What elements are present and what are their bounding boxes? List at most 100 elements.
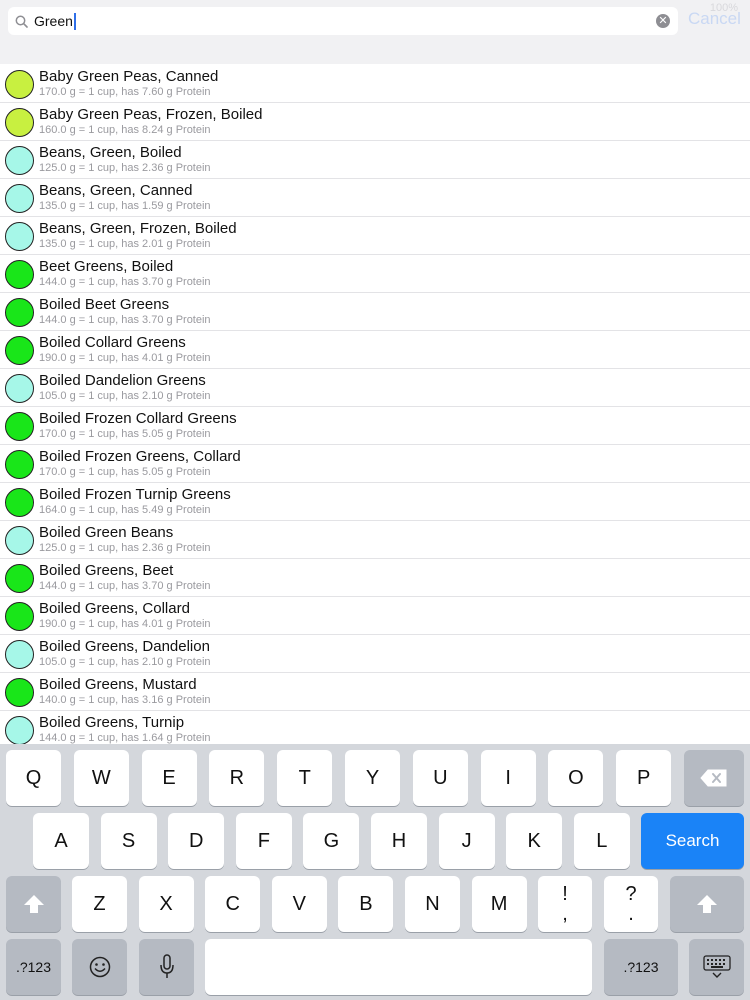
text-caret [73,12,76,30]
item-title: Boiled Frozen Collard Greens [39,410,237,427]
key-z[interactable]: Z [72,876,127,932]
color-indicator-icon [5,260,34,289]
item-title: Boiled Greens, Turnip [39,714,185,731]
color-indicator-icon [5,602,34,631]
item-title: Boiled Collard Greens [39,334,186,351]
key-question-period[interactable]: ?. [604,876,658,932]
list-item[interactable]: Boiled Dandelion Greens 105.0 g = 1 cup, … [0,369,750,407]
list-item[interactable]: Baby Green Peas, Canned 170.0 g = 1 cup, … [0,65,750,103]
list-item[interactable]: Boiled Greens, Dandelion 105.0 g = 1 cup,… [0,635,750,673]
clear-icon[interactable]: ✕ [656,14,670,28]
item-subtitle: 105.0 g = 1 cup, has 2.10 g Protein [39,656,211,668]
list-item[interactable]: Boiled Greens, Mustard 140.0 g = 1 cup, h… [0,673,750,711]
key-q[interactable]: Q [6,750,61,806]
color-indicator-icon [5,222,34,251]
key-r[interactable]: R [209,750,265,806]
item-subtitle: 190.0 g = 1 cup, has 4.01 g Protein [39,352,211,364]
key-t[interactable]: T [277,750,333,806]
key-u[interactable]: U [412,750,468,806]
microphone-icon [159,954,174,978]
color-indicator-icon [5,412,34,441]
color-indicator-icon [5,564,34,593]
key-o[interactable]: O [548,750,604,806]
item-title: Boiled Frozen Turnip Greens [39,486,231,503]
key-e[interactable]: E [141,750,197,806]
item-subtitle: 105.0 g = 1 cup, has 2.10 g Protein [39,390,211,402]
color-indicator-icon [5,640,34,669]
key-c[interactable]: C [205,876,261,932]
list-item[interactable]: Beans, Green, Boiled 125.0 g = 1 cup, has… [0,141,750,179]
key-label-exclamation: ! [562,883,568,905]
key-s[interactable]: S [100,813,157,869]
key-w[interactable]: W [73,750,129,806]
item-title: Boiled Dandelion Greens [39,372,206,389]
key-j[interactable]: J [438,813,495,869]
key-x[interactable]: X [138,876,194,932]
key-y[interactable]: Y [345,750,400,806]
color-indicator-icon [5,450,34,479]
key-m[interactable]: M [471,876,527,932]
color-indicator-icon [5,526,34,555]
item-title: Boiled Greens, Beet [39,562,174,579]
list-item[interactable]: Baby Green Peas, Frozen, Boiled 160.0 g =… [0,103,750,141]
list-item[interactable]: Boiled Greens, Turnip 144.0 g = 1 cup, ha… [0,711,750,744]
search-header: 100% Green ✕ Cancel [0,0,750,64]
results-list[interactable]: Baby Green Peas, Canned 170.0 g = 1 cup, … [0,64,750,744]
backspace-key[interactable] [684,750,744,806]
search-input-value: Green [34,13,73,29]
key-l[interactable]: L [573,813,630,869]
item-subtitle: 140.0 g = 1 cup, has 3.16 g Protein [39,694,211,706]
item-subtitle: 144.0 g = 1 cup, has 1.64 g Protein [39,732,211,744]
list-item[interactable]: Boiled Greens, Beet 144.0 g = 1 cup, has … [0,559,750,597]
search-icon [8,7,34,35]
item-subtitle: 125.0 g = 1 cup, has 2.36 g Protein [39,542,211,554]
key-i[interactable]: I [480,750,536,806]
cancel-button[interactable]: Cancel [688,9,741,29]
list-item[interactable]: Boiled Frozen Collard Greens 170.0 g = 1 … [0,407,750,445]
dismiss-keyboard-key[interactable] [689,939,744,995]
numbers-key-left[interactable]: .?123 [6,939,61,995]
item-subtitle: 190.0 g = 1 cup, has 4.01 g Protein [39,618,211,630]
item-title: Beans, Green, Frozen, Boiled [39,220,237,237]
color-indicator-icon [5,70,34,99]
key-p[interactable]: P [616,750,672,806]
key-a[interactable]: A [33,813,89,869]
list-item[interactable]: Beans, Green, Frozen, Boiled 135.0 g = 1 … [0,217,750,255]
list-item[interactable]: Boiled Frozen Turnip Greens 164.0 g = 1 c… [0,483,750,521]
item-subtitle: 125.0 g = 1 cup, has 2.36 g Protein [39,162,211,174]
item-title: Boiled Greens, Collard [39,600,190,617]
search-key[interactable]: Search [641,813,744,869]
key-exclamation-comma[interactable]: !, [538,876,592,932]
shift-key-right[interactable] [670,876,744,932]
search-input[interactable]: Green [34,12,656,30]
search-field[interactable]: Green ✕ [8,7,678,35]
list-item[interactable]: Boiled Beet Greens 144.0 g = 1 cup, has 3… [0,293,750,331]
emoji-key[interactable] [72,939,127,995]
key-h[interactable]: H [371,813,427,869]
item-title: Boiled Greens, Dandelion [39,638,210,655]
key-k[interactable]: K [506,813,563,869]
key-b[interactable]: B [338,876,394,932]
list-item[interactable]: Boiled Greens, Collard 190.0 g = 1 cup, h… [0,597,750,635]
key-f[interactable]: F [235,813,292,869]
item-title: Boiled Green Beans [39,524,174,541]
list-item[interactable]: Boiled Collard Greens 190.0 g = 1 cup, ha… [0,331,750,369]
shift-key-left[interactable] [6,876,61,932]
numbers-key-right[interactable]: .?123 [604,939,678,995]
list-item[interactable]: Beans, Green, Canned 135.0 g = 1 cup, has… [0,179,750,217]
item-subtitle: 144.0 g = 1 cup, has 3.70 g Protein [39,580,211,592]
key-g[interactable]: G [303,813,360,869]
key-label-comma: , [562,903,568,925]
key-v[interactable]: V [271,876,327,932]
space-bar[interactable] [205,939,592,995]
microphone-key[interactable] [139,939,194,995]
key-d[interactable]: D [168,813,225,869]
key-n[interactable]: N [405,876,460,932]
key-label-question: ? [625,883,637,905]
item-subtitle: 170.0 g = 1 cup, has 7.60 g Protein [39,86,211,98]
list-item[interactable]: Beet Greens, Boiled 144.0 g = 1 cup, has … [0,255,750,293]
item-subtitle: 170.0 g = 1 cup, has 5.05 g Protein [39,466,211,478]
list-item[interactable]: Boiled Green Beans 125.0 g = 1 cup, has 2… [0,521,750,559]
item-title: Beans, Green, Boiled [39,144,182,161]
list-item[interactable]: Boiled Frozen Greens, Collard 170.0 g = 1… [0,445,750,483]
